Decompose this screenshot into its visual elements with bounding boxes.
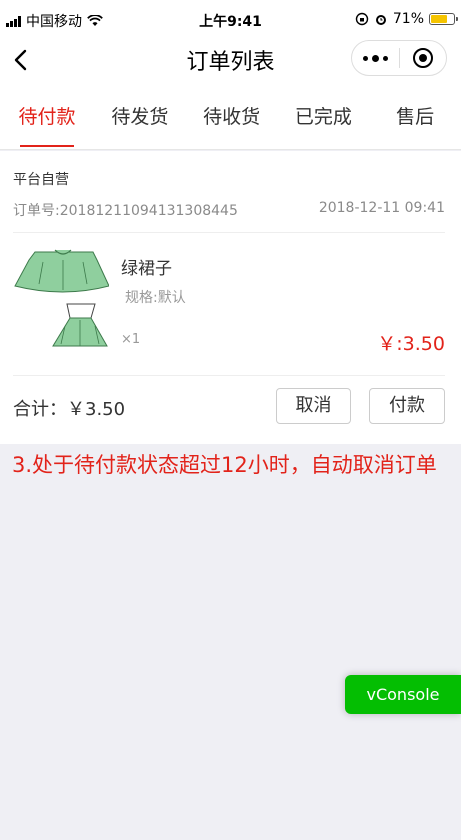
vconsole-button[interactable]: vConsole [345,675,461,714]
product-price: ￥:3.50 [377,333,445,355]
more-dots-icon[interactable] [352,54,399,62]
tab-pending-receipt[interactable]: 待收货 [186,80,278,149]
order-status-tabs: 待付款 待发货 待收货 已完成 售后 [0,80,461,150]
alarm-icon [375,15,386,25]
status-bar: 中国移动 上午9:41 71% [0,0,461,40]
close-mini-program-button[interactable] [400,48,447,68]
nav-bar: 订单列表 [0,40,461,80]
divider [13,232,445,233]
shop-name: 平台自营 [13,172,69,188]
product-name: 绿裙子 [121,259,172,279]
order-card[interactable]: 平台自营 订单号:20181211094131308445 2018-12-11… [0,151,461,444]
product-spec: 规格:默认 [125,290,186,306]
order-time: 2018-12-11 09:41 [318,200,445,216]
battery-percent: 71% [392,11,424,27]
target-icon [412,48,433,68]
status-right: 71% [355,11,458,27]
tab-after-sales[interactable]: 售后 [369,80,461,149]
tab-completed[interactable]: 已完成 [278,80,370,149]
orientation-lock-icon [355,12,369,26]
order-total: 合计：￥3.50 [13,399,126,420]
tab-pending-payment[interactable]: 待付款 [0,80,94,149]
product-image[interactable] [13,246,109,350]
order-number: 订单号:20181211094131308445 [13,203,238,219]
product-quantity: ×1 [121,332,141,347]
tab-pending-shipment[interactable]: 待发货 [94,80,186,149]
divider [13,375,445,376]
pay-button[interactable]: 付款 [369,388,445,424]
mini-program-capsule [351,40,447,76]
battery-icon [429,13,458,25]
auto-cancel-note: 3.处于待付款状态超过12小时，自动取消订单 [12,453,437,477]
battery-level [431,15,447,23]
cancel-order-button[interactable]: 取消 [276,388,351,424]
